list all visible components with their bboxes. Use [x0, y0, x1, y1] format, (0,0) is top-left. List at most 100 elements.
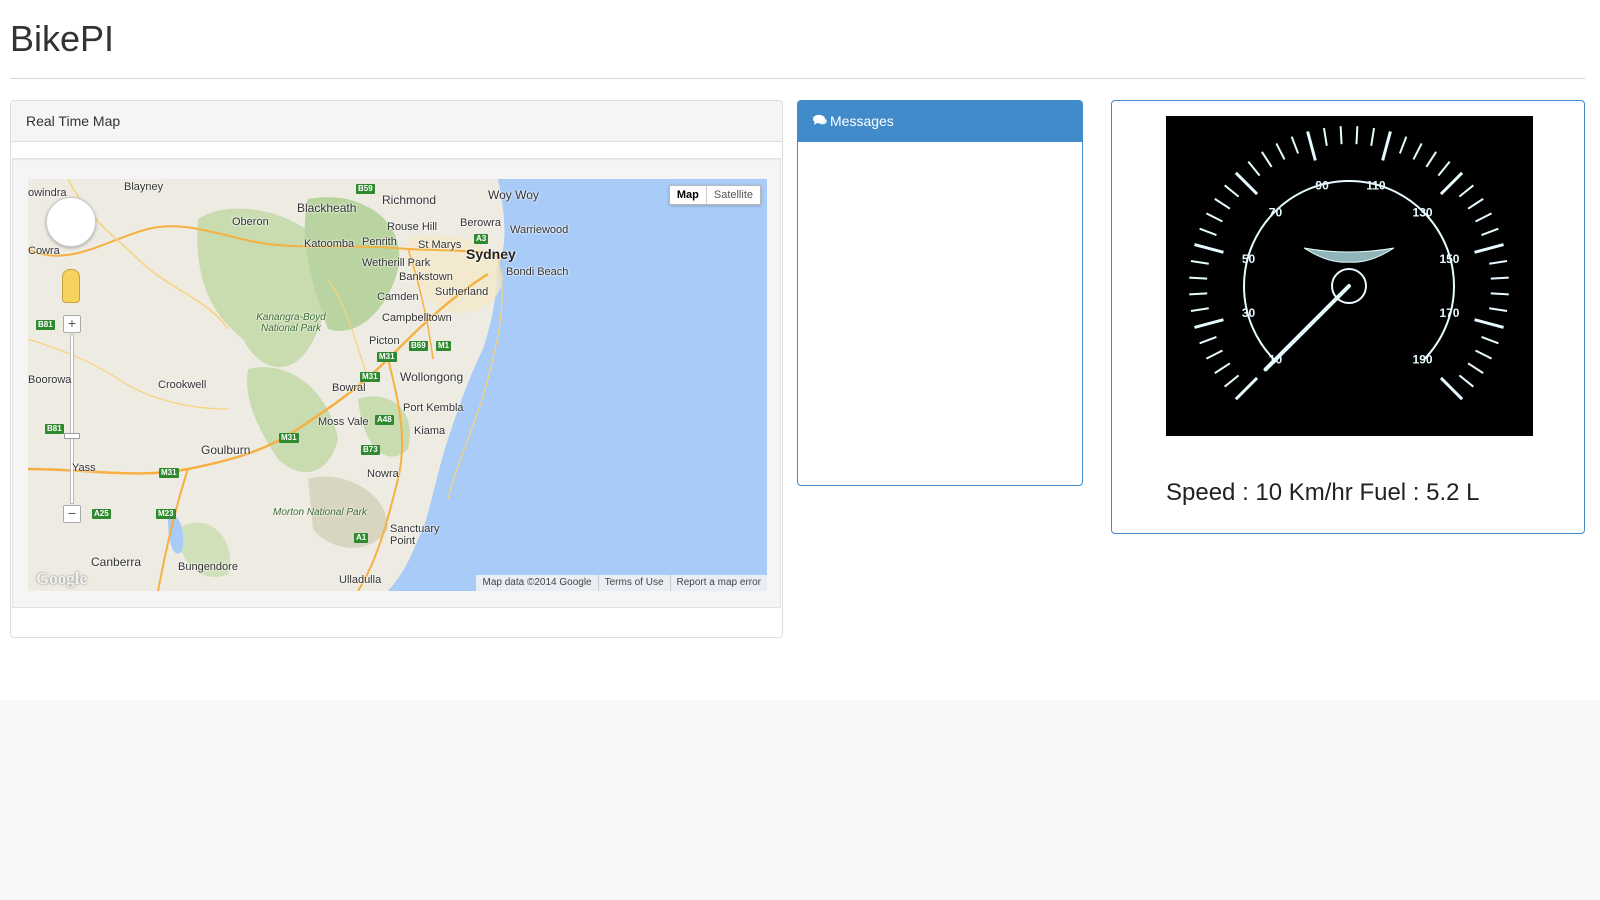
map-place-label: Penrith	[362, 236, 397, 248]
road-shield: M23	[156, 509, 176, 519]
map-canvas[interactable]: + − owindra Blayney Richmond Woy Woy Bla…	[28, 179, 767, 591]
gauge-tick	[1234, 376, 1259, 401]
gauge-tick	[1199, 227, 1217, 237]
gauge-tick	[1214, 198, 1231, 210]
gauge-tick	[1370, 127, 1376, 146]
gauge-tick	[1474, 318, 1504, 329]
zoom-slider-handle[interactable]	[64, 433, 80, 439]
speedometer-dial: 1030507090110130150170190	[1189, 126, 1509, 401]
zoom-slider-track[interactable]	[70, 334, 74, 504]
map-place-label: Berowra	[460, 217, 501, 229]
gauge-tick	[1489, 259, 1508, 265]
street-view-pegman-icon[interactable]	[62, 269, 80, 303]
gauge-tick	[1189, 276, 1208, 280]
map-place-label: owindra	[28, 187, 67, 199]
gauge-tick	[1290, 136, 1300, 154]
gauge-tick	[1412, 142, 1423, 160]
gauge-tick	[1339, 126, 1343, 145]
gauge-tick	[1489, 307, 1508, 313]
gauge-tick	[1322, 127, 1328, 146]
gauge-tick	[1205, 349, 1223, 360]
gauge-tick	[1224, 374, 1240, 388]
page-title: BikePI	[10, 18, 115, 59]
messages-list	[798, 142, 1082, 485]
gauge-tick	[1467, 362, 1484, 374]
map-attribution-bar: Map data ©2014 Google Terms of Use Repor…	[476, 575, 767, 591]
map-place-label: Rouse Hill	[387, 221, 438, 233]
road-shield: A48	[375, 415, 394, 425]
map-place-label: Blackheath	[297, 201, 357, 215]
report-map-error-link[interactable]: Report a map error	[669, 575, 767, 591]
gauge-tick-label: 110	[1366, 179, 1386, 193]
speedometer-gauge: 1030507090110130150170190	[1166, 116, 1533, 436]
gauge-tick	[1467, 198, 1484, 210]
map-type-map-button[interactable]: Map	[670, 186, 707, 204]
map-place-label: Warriewood	[510, 224, 569, 236]
gauge-tick	[1224, 184, 1240, 198]
map-park-label: Morton National Park	[273, 507, 367, 518]
pan-control[interactable]	[46, 197, 96, 247]
map-place-label: Sutherland	[435, 286, 489, 298]
map-place-label: Cowra	[28, 245, 60, 257]
gauge-tick	[1194, 318, 1224, 329]
map-place-label: Bondi Beach	[506, 266, 569, 278]
gauge-tick	[1475, 349, 1493, 360]
gauge-tick	[1261, 151, 1273, 168]
speed-fuel-readout: Speed : 10 Km/hr Fuel : 5.2 L	[1166, 479, 1480, 506]
gauge-tick	[1490, 292, 1509, 296]
gauge-tick-label: 170	[1439, 306, 1459, 320]
map-place-label: Picton	[369, 335, 400, 347]
map-place-label: Goulburn	[201, 443, 251, 457]
map-place-label: Richmond	[382, 193, 437, 207]
map-place-label: Campbelltown	[382, 312, 452, 324]
real-time-map-panel: Real Time Map + − owindra Blayney Richmo…	[10, 100, 783, 638]
map-place-label: Camden	[377, 291, 419, 303]
messages-panel-heading: Messages	[798, 101, 1082, 142]
gauge-tick-label: 50	[1242, 252, 1256, 266]
gauge-tick	[1398, 136, 1408, 154]
gauge-tick	[1234, 171, 1259, 196]
zoom-out-button[interactable]: −	[63, 505, 81, 523]
gauge-tick	[1247, 161, 1261, 177]
gauge-tick	[1475, 212, 1493, 223]
gauge-tick	[1194, 243, 1224, 254]
gauge-tick	[1190, 307, 1209, 313]
map-place-label: Moss Vale	[318, 416, 369, 428]
gauge-tick	[1189, 292, 1208, 296]
map-place-label: Bankstown	[399, 271, 453, 283]
map-place-label: Woy Woy	[488, 188, 539, 202]
map-place-label: Bungendore	[178, 561, 238, 573]
map-place-label: Blayney	[124, 181, 164, 193]
terms-of-use-link[interactable]: Terms of Use	[597, 575, 670, 591]
messages-panel: Messages	[797, 100, 1083, 486]
gauge-tick	[1439, 171, 1464, 196]
map-type-satellite-button[interactable]: Satellite	[707, 186, 760, 204]
messages-title: Messages	[830, 113, 894, 129]
map-place-label: Nowra	[367, 468, 399, 480]
zoom-in-button[interactable]: +	[63, 315, 81, 333]
road-shield: A1	[354, 533, 369, 543]
gauge-tick-label: 70	[1269, 205, 1283, 219]
road-shield: B81	[36, 320, 55, 330]
gauge-tick	[1355, 126, 1359, 145]
road-shield: A3	[474, 234, 489, 244]
road-shield: M31	[377, 352, 397, 362]
wing-logo-icon	[1303, 247, 1395, 263]
road-shield: B73	[361, 445, 380, 455]
gauge-tick	[1458, 184, 1474, 198]
map-place-label: Port Kembla	[403, 402, 464, 414]
map-well: + − owindra Blayney Richmond Woy Woy Bla…	[12, 158, 781, 608]
gauge-tick	[1481, 227, 1499, 237]
gauge-tick	[1214, 362, 1231, 374]
gauge-tick	[1458, 374, 1474, 388]
gauge-tick	[1199, 335, 1217, 345]
map-place-label: Kiama	[414, 425, 446, 437]
map-place-label: Ulladulla	[339, 574, 382, 586]
map-place-label: Yass	[72, 462, 96, 474]
map-place-label: Sanctuary Point	[390, 523, 440, 547]
road-shield: B81	[45, 424, 64, 434]
title-divider	[10, 78, 1585, 79]
road-shield: M31	[159, 468, 179, 478]
gauge-tick	[1306, 131, 1317, 161]
gauge-tick	[1381, 131, 1392, 161]
